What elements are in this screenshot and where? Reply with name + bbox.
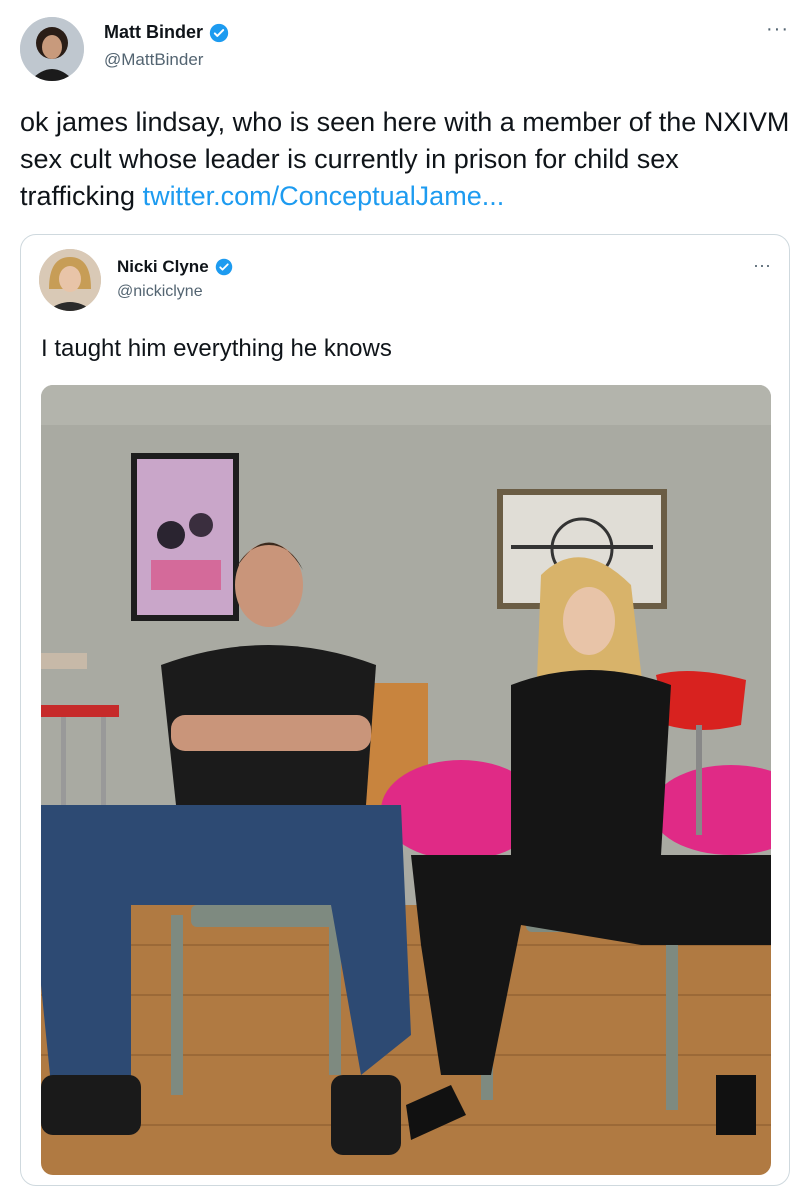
author-name[interactable]: Matt Binder	[104, 22, 229, 43]
quoted-author-handle[interactable]: @nickiclyne	[117, 283, 203, 301]
tweet-text: ok james lindsay, who is seen here with …	[20, 104, 790, 215]
author-name-text: Matt Binder	[104, 22, 203, 42]
tweet-photo[interactable]	[41, 385, 771, 1175]
tweet-link[interactable]: twitter.com/ConceptualJame...	[143, 181, 505, 211]
author-avatar[interactable]	[20, 17, 84, 81]
quoted-more-options-icon[interactable]: ···	[753, 255, 771, 276]
verified-badge-icon	[209, 23, 229, 42]
quoted-author-name-text: Nicki Clyne	[117, 257, 209, 276]
author-handle[interactable]: @MattBinder	[104, 50, 203, 70]
quoted-author-name[interactable]: Nicki Clyne	[117, 257, 233, 277]
verified-badge-icon	[215, 258, 232, 276]
quoted-tweet[interactable]: Nicki Clyne @nickiclyne ··· I taught him…	[20, 234, 790, 1186]
tweet-card: Matt Binder @MattBinder ··· ok james lin…	[0, 0, 811, 1200]
quoted-author-avatar[interactable]	[39, 249, 101, 311]
quoted-tweet-text: I taught him everything he knows	[41, 335, 392, 362]
more-options-icon[interactable]: ···	[766, 18, 789, 41]
photo-illustration	[41, 385, 771, 1175]
